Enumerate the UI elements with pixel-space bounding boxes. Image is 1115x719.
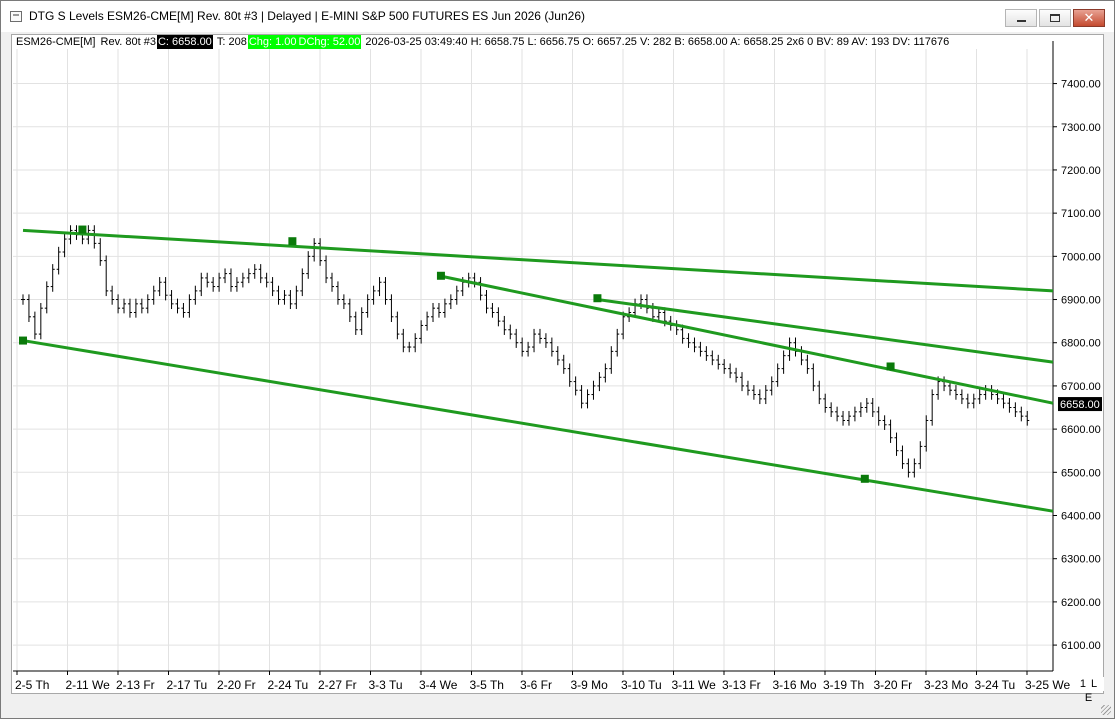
y-tick-label: 6700.00	[1061, 381, 1101, 393]
trendline	[438, 274, 1054, 405]
x-tick-label: 3-5 Th	[470, 678, 504, 692]
quote-day-change: DChg: 52.00	[297, 35, 362, 49]
price-chart[interactable]: 6100.00 6200.00 6300.00 6400.00 6500.00 6600.…	[1, 1, 1114, 718]
x-tick-label: 2-27 Fr	[318, 678, 357, 692]
y-tick-label: 6200.00	[1061, 597, 1101, 609]
x-tick-label: 3-24 Tu	[975, 678, 1016, 692]
x-tick-label: 3-20 Fr	[874, 678, 913, 692]
trendline-anchor	[436, 271, 445, 280]
y-tick-label: 6800.00	[1061, 338, 1101, 350]
trendline-anchor	[19, 336, 27, 345]
x-tick-label: 3-19 Th	[823, 678, 864, 692]
trendline-anchor	[886, 362, 895, 371]
trendline-anchor	[78, 225, 87, 234]
x-tick-label: 3-9 Mo	[571, 678, 609, 692]
x-tick-label: 2-17 Tu	[167, 678, 208, 692]
trendline	[22, 339, 1054, 513]
x-tick-label: 3-3 Tu	[369, 678, 403, 692]
y-tick-label: 6300.00	[1061, 554, 1101, 566]
trendline-anchor	[593, 294, 602, 303]
resize-grip[interactable]	[1101, 705, 1111, 715]
quote-ticks: T: 208	[216, 36, 247, 48]
x-tick-label: 3-6 Fr	[520, 678, 552, 692]
y-tick-label: 7000.00	[1061, 251, 1101, 263]
quote-change: Chg: 1.00	[247, 35, 298, 49]
quote-symbol: ESM26-CME[M]	[16, 36, 96, 48]
y-tick-label: 7300.00	[1061, 122, 1101, 134]
quote-close: C: 6658.00	[156, 35, 213, 49]
y-tick-label: 7200.00	[1061, 165, 1101, 177]
chart-window: DTG S Levels ESM26-CME[M] Rev. 80t #3 | …	[0, 0, 1115, 719]
x-tick-label: 3-10 Tu	[621, 678, 662, 692]
x-tick-label: 2-5 Th	[15, 678, 49, 692]
y-tick-label: 6900.00	[1061, 295, 1101, 307]
x-tick-label: 3-4 We	[419, 678, 458, 692]
quote-details: 2026-03-25 03:49:40 H: 6658.75 L: 6656.7…	[365, 36, 950, 48]
y-tick-label: 7100.00	[1061, 208, 1101, 220]
trendline-anchor	[860, 474, 869, 483]
x-tick-label: 2-13 Fr	[116, 678, 155, 692]
y-tick-label: 6100.00	[1061, 640, 1101, 652]
x-tick-label: 2-24 Tu	[268, 678, 309, 692]
x-tick-label: 3-25 We	[1025, 678, 1070, 692]
trendline	[22, 228, 1054, 293]
y-tick-label: 6600.00	[1061, 424, 1101, 436]
x-tick-label: 3-13 Fr	[722, 678, 761, 692]
last-price-label: 6658.00	[1060, 399, 1100, 411]
scale-indicator[interactable]: 1 L E	[1074, 677, 1104, 704]
trendline-anchor	[288, 237, 297, 246]
x-tick-label: 3-23 Mo	[924, 678, 968, 692]
x-tick-label: 2-11 We	[66, 678, 111, 692]
y-tick-label: 6500.00	[1061, 467, 1101, 479]
quote-bar: ESM26-CME[M] Rev. 80t #3 C: 6658.00 T: 20…	[15, 35, 950, 49]
quote-bar-type: Rev. 80t #3	[100, 36, 156, 48]
y-tick-label: 7400.00	[1061, 79, 1101, 91]
x-tick-label: 3-16 Mo	[773, 678, 817, 692]
x-tick-label: 2-20 Fr	[217, 678, 256, 692]
x-tick-label: 3-11 We	[672, 678, 717, 692]
y-tick-label: 6400.00	[1061, 511, 1101, 523]
